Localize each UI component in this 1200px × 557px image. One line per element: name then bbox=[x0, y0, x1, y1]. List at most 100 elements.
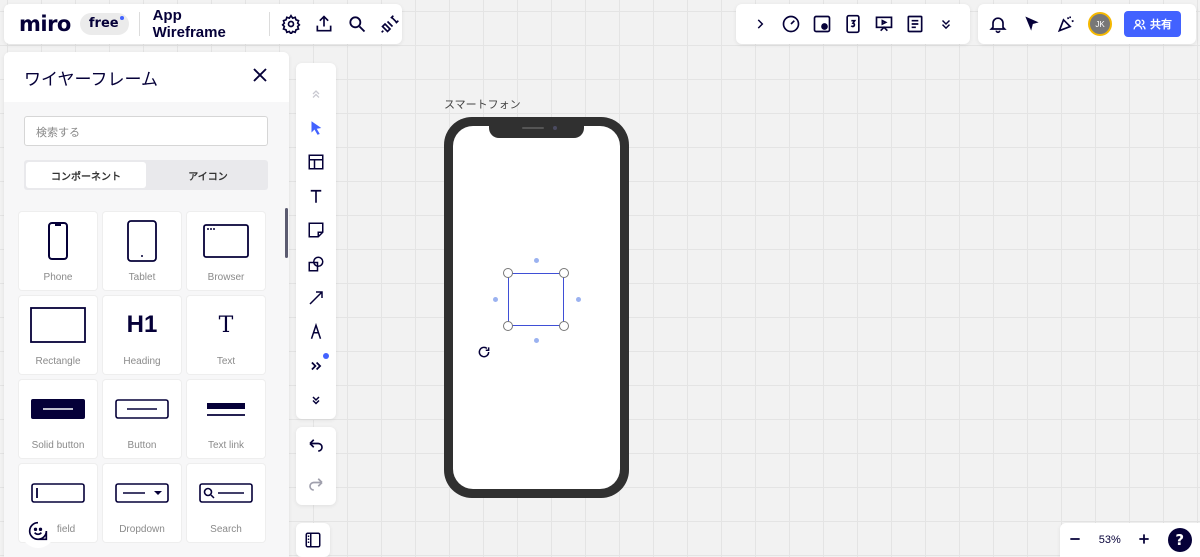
avatar[interactable]: JK bbox=[1088, 12, 1112, 36]
resize-handle-bottom-left[interactable] bbox=[503, 321, 513, 331]
integrations-plug-icon[interactable] bbox=[378, 12, 402, 36]
redo-icon[interactable] bbox=[307, 475, 325, 497]
double-chevron-down-icon[interactable] bbox=[934, 12, 958, 36]
share-button[interactable]: 共有 bbox=[1124, 11, 1181, 37]
help-icon[interactable]: ? bbox=[1167, 528, 1192, 552]
text-link-icon bbox=[207, 387, 245, 431]
component-tile-rectangle[interactable]: Rectangle bbox=[19, 296, 97, 374]
sticky-note-icon[interactable] bbox=[300, 213, 332, 247]
feedback-smiley-icon[interactable] bbox=[21, 514, 55, 548]
phone-speaker bbox=[522, 127, 544, 129]
search-icon[interactable] bbox=[345, 12, 369, 36]
connector-point-bottom[interactable] bbox=[534, 338, 539, 343]
tile-label: Text link bbox=[207, 440, 245, 451]
component-tile-search[interactable]: Search bbox=[187, 464, 265, 542]
text-tool-icon[interactable] bbox=[300, 179, 332, 213]
more-tools-icon[interactable] bbox=[300, 349, 332, 383]
timer-icon[interactable] bbox=[779, 12, 803, 36]
connector-point-top[interactable] bbox=[534, 258, 539, 263]
component-tile-text[interactable]: T Text bbox=[187, 296, 265, 374]
component-tile-text-link[interactable]: Text link bbox=[187, 380, 265, 458]
templates-layout-icon[interactable] bbox=[300, 145, 332, 179]
tile-label: Solid button bbox=[31, 440, 85, 451]
selected-rectangle[interactable] bbox=[508, 273, 564, 326]
tile-label: Text bbox=[216, 356, 236, 367]
undo-icon[interactable] bbox=[307, 436, 325, 458]
tile-label: Tablet bbox=[128, 272, 156, 283]
panel-header: ワイヤーフレーム bbox=[4, 52, 289, 102]
tile-label: Search bbox=[210, 524, 242, 535]
resize-handle-top-left[interactable] bbox=[503, 268, 513, 278]
component-grid: Phone Tablet Browser Rectangle H1 Headin… bbox=[19, 212, 272, 542]
zoom-out-icon[interactable] bbox=[1068, 531, 1082, 550]
connector-point-right[interactable] bbox=[576, 297, 581, 302]
component-tile-browser[interactable]: Browser bbox=[187, 212, 265, 290]
presentation-icon[interactable] bbox=[872, 12, 896, 36]
button-icon bbox=[115, 387, 169, 431]
tile-label: Heading bbox=[123, 356, 161, 367]
component-tile-tablet[interactable]: Tablet bbox=[103, 212, 181, 290]
notes-list-icon[interactable] bbox=[903, 12, 927, 36]
zoom-level[interactable]: 53% bbox=[1099, 534, 1121, 546]
sticky-vote-icon[interactable] bbox=[810, 12, 834, 36]
component-tile-solid-button[interactable]: Solid button bbox=[19, 380, 97, 458]
wireframe-library-panel: ワイヤーフレーム 検索する コンポーネント アイコン Phone Tablet … bbox=[4, 52, 289, 557]
zoom-in-icon[interactable] bbox=[1137, 531, 1151, 550]
heading-icon: H1 bbox=[126, 311, 158, 338]
component-tile-heading[interactable]: H1 Heading bbox=[103, 296, 181, 374]
component-tile-phone[interactable]: Phone bbox=[19, 212, 97, 290]
frame-label[interactable]: スマートフォン bbox=[444, 96, 521, 112]
tab-icons[interactable]: アイコン bbox=[148, 160, 268, 190]
component-tile-button[interactable]: Button bbox=[103, 380, 181, 458]
board-header: miro free App Wireframe bbox=[4, 4, 402, 44]
tablet-icon bbox=[126, 219, 158, 263]
phone-icon bbox=[47, 219, 69, 263]
shapes-icon[interactable] bbox=[300, 247, 332, 281]
frames-panel-toggle[interactable] bbox=[296, 523, 330, 557]
close-icon[interactable] bbox=[251, 66, 269, 88]
panel-tabs: コンポーネント アイコン bbox=[24, 160, 268, 190]
pen-icon[interactable] bbox=[300, 315, 332, 349]
export-upload-icon[interactable] bbox=[312, 12, 336, 36]
text-icon: T bbox=[218, 312, 234, 338]
collaboration-toolbar bbox=[736, 4, 970, 44]
rotate-cursor-icon bbox=[477, 344, 491, 363]
expand-down-icon[interactable] bbox=[300, 383, 332, 417]
cursor-collaboration-icon[interactable] bbox=[1020, 12, 1044, 36]
chevron-right-icon[interactable] bbox=[748, 12, 772, 36]
connector-point-left[interactable] bbox=[493, 297, 498, 302]
panel-title: ワイヤーフレーム bbox=[24, 69, 158, 90]
sidebar-panel-icon bbox=[305, 532, 321, 548]
collapse-up-icon[interactable] bbox=[300, 77, 332, 111]
phone-notch bbox=[489, 117, 584, 138]
notifications-bell-icon[interactable] bbox=[986, 12, 1010, 36]
connection-line-icon[interactable] bbox=[300, 281, 332, 315]
tile-label: Dropdown bbox=[119, 524, 165, 535]
solid-button-icon bbox=[31, 387, 85, 431]
resize-handle-bottom-right[interactable] bbox=[559, 321, 569, 331]
divider bbox=[269, 12, 271, 36]
rectangle-icon bbox=[30, 303, 86, 347]
search-field-icon bbox=[199, 471, 253, 515]
phone-camera bbox=[553, 126, 557, 130]
search-input[interactable]: 検索する bbox=[24, 116, 268, 146]
resize-handle-top-right[interactable] bbox=[559, 268, 569, 278]
panel-scrollbar[interactable] bbox=[285, 208, 288, 258]
plan-badge[interactable]: free bbox=[79, 13, 129, 35]
miro-logo[interactable]: miro bbox=[19, 12, 71, 36]
settings-gear-icon[interactable] bbox=[279, 12, 303, 36]
counter-icon[interactable] bbox=[841, 12, 865, 36]
board-title[interactable]: App Wireframe bbox=[153, 7, 259, 41]
divider bbox=[138, 12, 140, 36]
celebrate-icon[interactable] bbox=[1054, 12, 1078, 36]
creation-toolbar bbox=[296, 63, 336, 419]
browser-icon bbox=[203, 219, 249, 263]
zoom-controls: 53% ? bbox=[1060, 523, 1200, 557]
select-cursor-icon[interactable] bbox=[300, 111, 332, 145]
tile-label: Rectangle bbox=[35, 356, 81, 367]
tab-components[interactable]: コンポーネント bbox=[26, 162, 146, 188]
history-toolbar bbox=[296, 427, 336, 505]
share-label: 共有 bbox=[1150, 18, 1172, 31]
users-icon bbox=[1133, 18, 1146, 29]
component-tile-dropdown[interactable]: Dropdown bbox=[103, 464, 181, 542]
